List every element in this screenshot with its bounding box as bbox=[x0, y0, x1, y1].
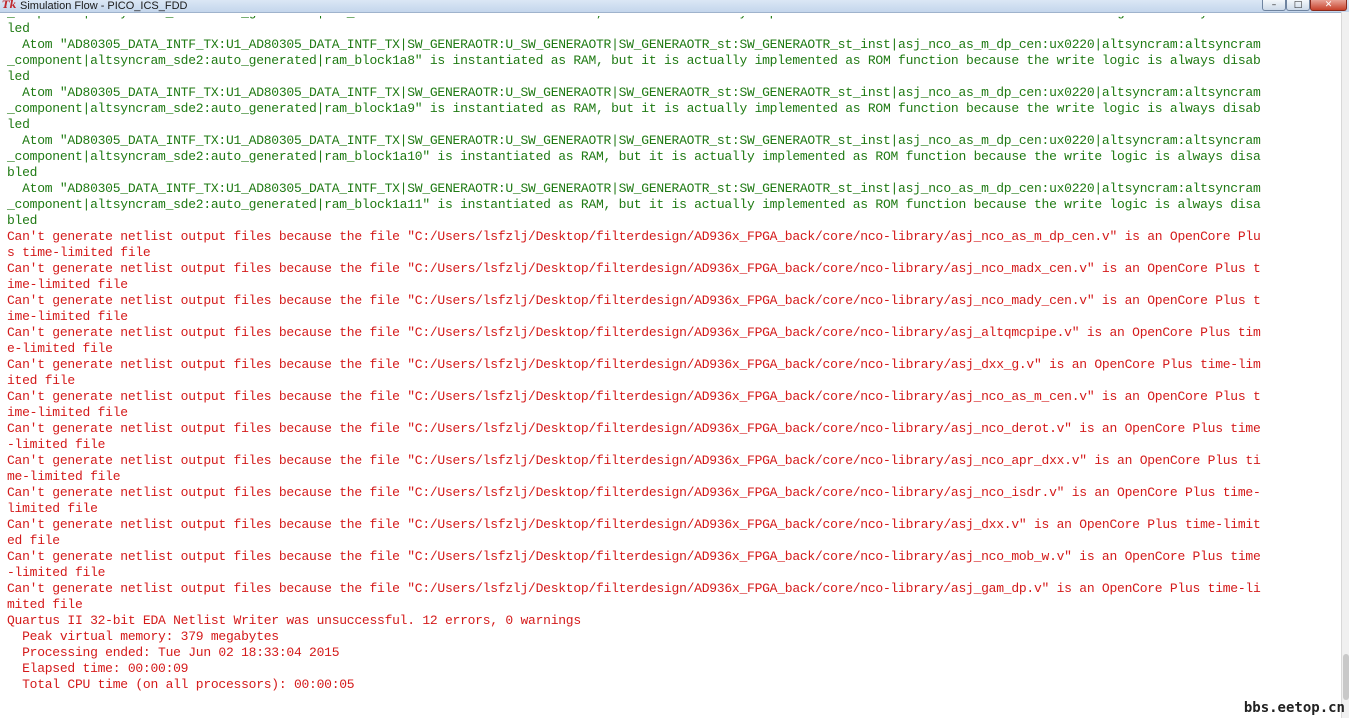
log-line-info: led bbox=[7, 117, 30, 132]
log-line-error: -limited file bbox=[7, 565, 106, 580]
log-line-info: _component|altsyncram_sde2:auto_generate… bbox=[7, 101, 1261, 116]
log-line-error: Can't generate netlist output files beca… bbox=[7, 389, 1261, 404]
log-line-error: Can't generate netlist output files beca… bbox=[7, 581, 1261, 596]
log-line-info: Atom "AD80305_DATA_INTF_TX:U1_AD80305_DA… bbox=[7, 37, 1261, 52]
log-line-error: Can't generate netlist output files beca… bbox=[7, 325, 1261, 340]
log-line-error: Can't generate netlist output files beca… bbox=[7, 229, 1261, 244]
log-line-info: bled bbox=[7, 165, 38, 180]
log-line-error: ited file bbox=[7, 373, 75, 388]
log-line-info: Atom "AD80305_DATA_INTF_TX:U1_AD80305_DA… bbox=[7, 181, 1261, 196]
log-line-error: mited file bbox=[7, 597, 83, 612]
log-line-error: -limited file bbox=[7, 437, 106, 452]
log-line-error: ime-limited file bbox=[7, 405, 128, 420]
log-line-info: bled bbox=[7, 213, 38, 228]
log-line-info: _component|altsyncram_sde2:auto_generate… bbox=[7, 197, 1261, 212]
log-line-error: e-limited file bbox=[7, 341, 113, 356]
log-line-error: Total CPU time (on all processors): 00:0… bbox=[7, 677, 355, 692]
window-titlebar[interactable]: Tk Simulation Flow - PICO_ICS_FDD – □ ✕ bbox=[0, 0, 1349, 13]
tk-feather-icon: Tk bbox=[2, 0, 17, 11]
log-line-info: _component|altsyncram_sde2:auto_generate… bbox=[7, 16, 1261, 21]
log-line-error: Peak virtual memory: 379 megabytes bbox=[7, 629, 279, 644]
maximize-button[interactable]: □ bbox=[1286, 0, 1310, 11]
log-line-error: Can't generate netlist output files beca… bbox=[7, 549, 1261, 564]
log-line-error: Elapsed time: 00:00:09 bbox=[7, 661, 189, 676]
log-line-info: _component|altsyncram_sde2:auto_generate… bbox=[7, 53, 1261, 68]
log-line-error: Processing ended: Tue Jun 02 18:33:04 20… bbox=[7, 645, 340, 660]
log-line-error: Can't generate netlist output files beca… bbox=[7, 357, 1261, 372]
minimize-button[interactable]: – bbox=[1262, 0, 1286, 11]
log-line-error: Can't generate netlist output files beca… bbox=[7, 293, 1261, 308]
log-line-info: Atom "AD80305_DATA_INTF_TX:U1_AD80305_DA… bbox=[7, 85, 1261, 100]
log-line-error: ed file bbox=[7, 533, 60, 548]
log-line-error: me-limited file bbox=[7, 469, 121, 484]
log-line-info: led bbox=[7, 21, 30, 36]
watermark: bbs.eetop.cn bbox=[1243, 700, 1345, 716]
close-button[interactable]: ✕ bbox=[1310, 0, 1347, 11]
log-line-error: ime-limited file bbox=[7, 309, 128, 324]
window-title: Simulation Flow - PICO_ICS_FDD bbox=[20, 0, 188, 12]
vertical-scrollbar[interactable] bbox=[1341, 12, 1349, 718]
log-line-error: ime-limited file bbox=[7, 277, 128, 292]
log-line-error: Can't generate netlist output files beca… bbox=[7, 517, 1261, 532]
log-console[interactable]: _component|altsyncram_sde2:auto_generate… bbox=[0, 16, 1341, 718]
scrollbar-thumb[interactable] bbox=[1343, 654, 1349, 700]
log-line-error: Can't generate netlist output files beca… bbox=[7, 453, 1261, 468]
log-line-info: Atom "AD80305_DATA_INTF_TX:U1_AD80305_DA… bbox=[7, 133, 1261, 148]
log-line-error: Can't generate netlist output files beca… bbox=[7, 421, 1261, 436]
log-line-info: led bbox=[7, 69, 30, 84]
log-line-error: Quartus II 32-bit EDA Netlist Writer was… bbox=[7, 613, 581, 628]
log-line-error: s time-limited file bbox=[7, 245, 151, 260]
log-line-error: limited file bbox=[7, 501, 98, 516]
log-line-error: Can't generate netlist output files beca… bbox=[7, 261, 1261, 276]
log-line-error: Can't generate netlist output files beca… bbox=[7, 485, 1261, 500]
log-line-info: _component|altsyncram_sde2:auto_generate… bbox=[7, 149, 1261, 164]
